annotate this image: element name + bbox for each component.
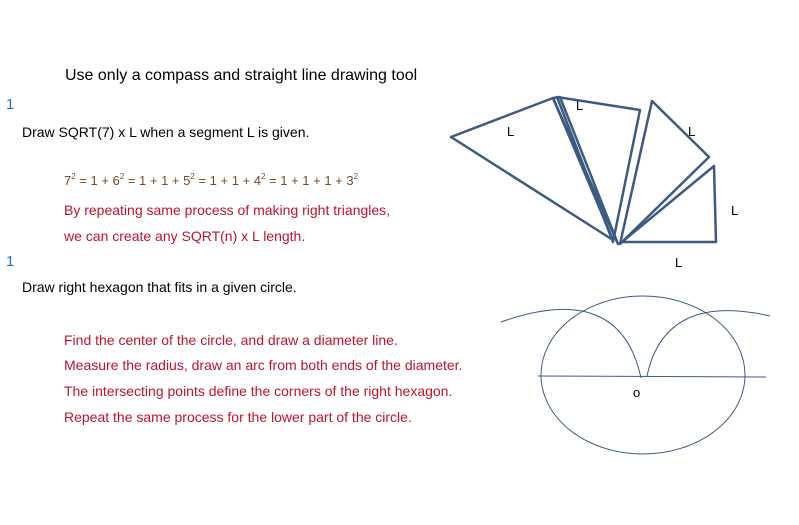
label-l-2: L (576, 98, 583, 113)
arc-right-end (646, 310, 771, 377)
triangle-4 (618, 99, 711, 246)
circle-construction-diagram (500, 295, 771, 455)
label-l-5: L (675, 255, 682, 270)
label-l-3: L (688, 124, 695, 139)
label-l-4: L (731, 203, 738, 218)
label-l-1: L (507, 124, 514, 139)
triangle-spiral-diagram (449, 95, 718, 246)
diameter-line (537, 375, 767, 378)
given-circle (540, 295, 746, 455)
center-label: o (633, 385, 640, 400)
arc-left-end (500, 309, 642, 379)
diagrams: L L L L L o (449, 95, 771, 455)
